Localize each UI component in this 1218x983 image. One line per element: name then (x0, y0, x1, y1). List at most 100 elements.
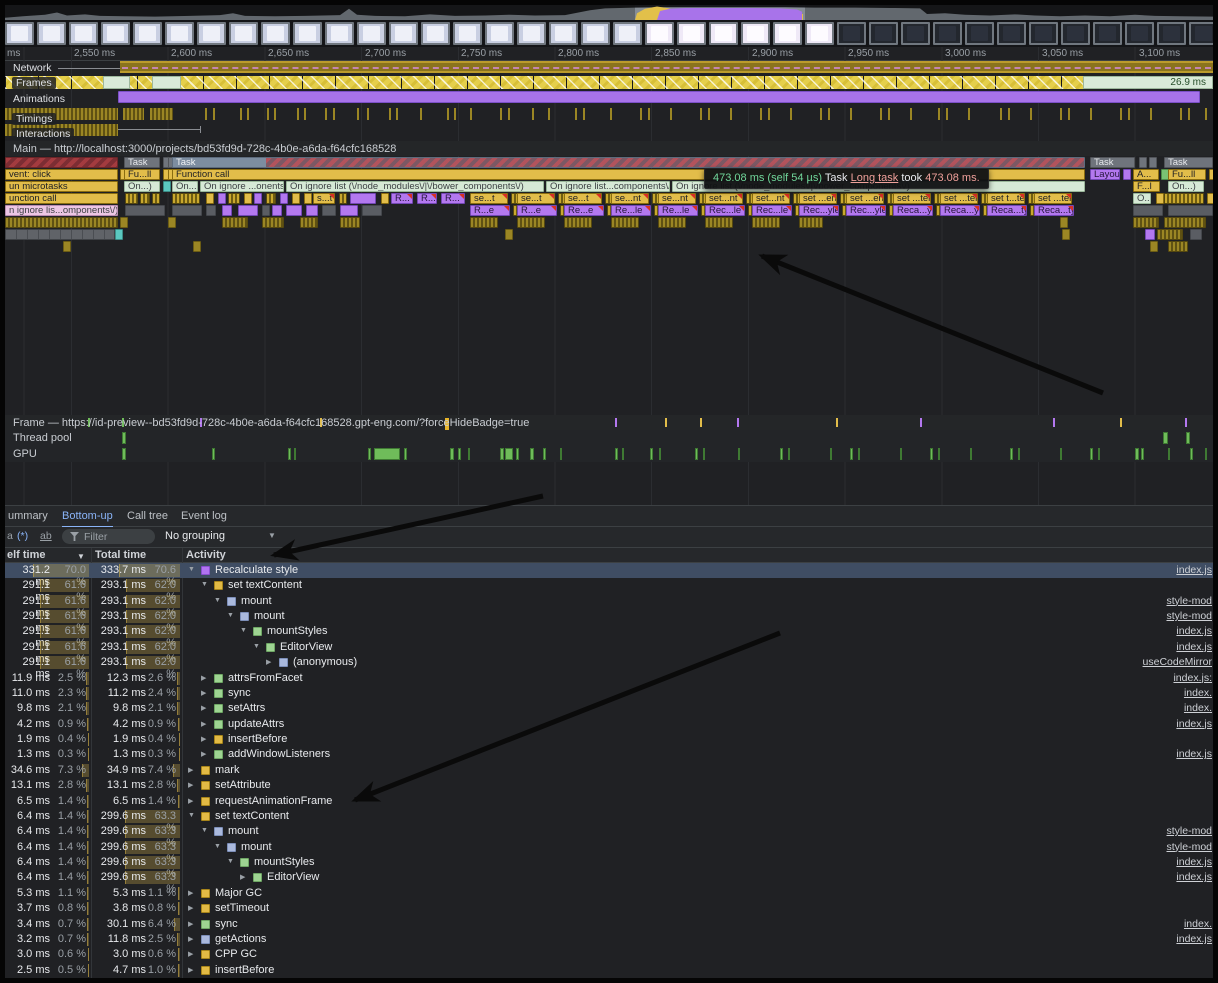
filmstrip-thumbnail[interactable] (453, 22, 482, 45)
flame-bar[interactable] (300, 217, 318, 228)
flame-bar[interactable] (172, 205, 202, 216)
filmstrip-thumbnail[interactable] (997, 22, 1026, 45)
flame-bar[interactable] (339, 193, 347, 204)
flame-bar[interactable] (322, 205, 336, 216)
table-row[interactable]: 6.4 ms1.4 %299.6 ms63.3 %▼mountstyle-mod (5, 824, 1213, 839)
flame-bar[interactable] (1062, 229, 1070, 240)
flame-bar[interactable] (752, 217, 780, 228)
flame-bar[interactable] (1157, 229, 1183, 240)
collapse-icon[interactable]: ▼ (240, 627, 247, 634)
whole-word-icon[interactable]: ab (40, 530, 52, 542)
flame-bar[interactable]: Re...le (658, 205, 698, 216)
filmstrip-thumbnail[interactable] (485, 22, 514, 45)
flame-bar[interactable] (1060, 217, 1068, 228)
filmstrip-thumbnail[interactable] (869, 22, 898, 45)
filmstrip-thumbnail[interactable] (709, 22, 738, 45)
source-link[interactable]: index.js: (1173, 672, 1212, 684)
flame-bar[interactable] (5, 229, 115, 240)
source-link[interactable]: index. (1184, 702, 1212, 714)
long-task-link[interactable]: Long task (851, 172, 899, 184)
flame-bar[interactable] (120, 217, 128, 228)
flame-bar[interactable] (254, 193, 262, 204)
source-link[interactable]: style-mod (1166, 825, 1212, 837)
expand-icon[interactable]: ▶ (188, 904, 193, 912)
flame-bar[interactable] (163, 181, 171, 192)
track-label-frames[interactable]: Frames (12, 77, 56, 89)
filmstrip-thumbnail[interactable] (101, 22, 130, 45)
filter-input[interactable]: Filter (62, 529, 155, 544)
flame-bar[interactable] (280, 193, 288, 204)
table-row[interactable]: 291.1 ms61.6 %293.1 ms62.0 %▼mountstyle-… (5, 594, 1213, 609)
flame-bar[interactable]: R... (441, 193, 465, 204)
flame-bar[interactable]: Reca...tyle (987, 205, 1027, 216)
expand-icon[interactable]: ▶ (188, 766, 193, 774)
flame-bar[interactable] (238, 205, 258, 216)
flame-bar[interactable] (564, 217, 592, 228)
flame-bar[interactable] (658, 217, 686, 228)
activity-name[interactable]: setAttrs (228, 702, 265, 714)
flame-bar[interactable]: se...t (470, 193, 508, 204)
source-link[interactable]: index.js (1176, 718, 1212, 730)
flame-bar[interactable]: se...t (564, 193, 602, 204)
source-link[interactable]: index.js (1176, 933, 1212, 945)
flame-bar[interactable]: unction call (5, 193, 118, 204)
activity-name[interactable]: mark (215, 764, 239, 776)
tab-call-tree[interactable]: Call tree (127, 506, 168, 526)
expand-icon[interactable]: ▶ (201, 735, 206, 743)
collapse-icon[interactable]: ▼ (201, 827, 208, 834)
filmstrip-thumbnail[interactable] (741, 22, 770, 45)
flame-bar[interactable]: Task (124, 157, 160, 168)
filmstrip-thumbnail[interactable] (69, 22, 98, 45)
flame-bar[interactable] (1164, 193, 1204, 204)
source-link[interactable]: style-mod (1166, 841, 1212, 853)
table-row[interactable]: 9.8 ms2.1 %9.8 ms2.1 %▶setAttrsindex. (5, 701, 1213, 716)
match-case-icon[interactable]: a (7, 530, 13, 542)
filmstrip-thumbnail[interactable] (613, 22, 642, 45)
flame-bar[interactable]: On...) (124, 181, 160, 192)
activity-name[interactable]: mountStyles (254, 856, 315, 868)
expand-icon[interactable]: ▶ (201, 750, 206, 758)
flame-bar[interactable]: vent: click (5, 169, 118, 180)
track-label-interactions[interactable]: Interactions (12, 128, 74, 140)
flame-bar[interactable] (1139, 157, 1147, 168)
source-link[interactable]: useCodeMirror (1143, 656, 1212, 668)
collapse-icon[interactable]: ▼ (188, 812, 195, 819)
column-total-time[interactable]: Total time (95, 549, 146, 561)
activity-name[interactable]: updateAttrs (228, 718, 284, 730)
flame-bar[interactable] (206, 193, 214, 204)
activity-name[interactable]: requestAnimationFrame (215, 795, 332, 807)
flame-bar[interactable]: On ignore ...onents\/) (200, 181, 284, 192)
table-row[interactable]: 13.1 ms2.8 %13.1 ms2.8 %▶setAttribute (5, 778, 1213, 793)
flame-bar[interactable] (304, 193, 312, 204)
flame-bar[interactable] (140, 193, 150, 204)
table-row[interactable]: 291.1 ms61.6 %293.1 ms62.0 %▼mountstyle-… (5, 609, 1213, 624)
screenshot-filmstrip[interactable] (5, 20, 1213, 47)
track-label-network[interactable]: Network (13, 62, 52, 74)
filmstrip-thumbnail[interactable] (37, 22, 66, 45)
source-link[interactable]: index. (1184, 687, 1212, 699)
activity-name[interactable]: mount (241, 841, 272, 853)
expand-icon[interactable]: ▶ (201, 689, 206, 697)
filmstrip-thumbnail[interactable] (357, 22, 386, 45)
flame-bar[interactable]: Layout (1090, 169, 1120, 180)
flame-bar[interactable] (262, 217, 284, 228)
flame-bar[interactable] (152, 193, 160, 204)
source-link[interactable]: index.js (1176, 564, 1212, 576)
source-link[interactable]: index.js (1176, 748, 1212, 760)
activity-name[interactable]: EditorView (267, 871, 319, 883)
activity-name[interactable]: insertBefore (228, 733, 287, 745)
flame-bar[interactable] (340, 217, 360, 228)
flame-bar[interactable]: set ...tent (940, 193, 978, 204)
expand-icon[interactable]: ▶ (201, 720, 206, 728)
cpu-overview-strip[interactable] (5, 5, 1213, 20)
expand-icon[interactable]: ▶ (188, 797, 193, 805)
activity-name[interactable]: sync (215, 918, 238, 930)
gpu-track[interactable] (5, 445, 1213, 462)
filmstrip-thumbnail[interactable] (901, 22, 930, 45)
flame-bar[interactable] (222, 205, 232, 216)
flame-bar[interactable]: Reca...yle (893, 205, 933, 216)
table-row[interactable]: 3.0 ms0.6 %3.0 ms0.6 %▶CPP GC (5, 947, 1213, 962)
activity-name[interactable]: set textContent (215, 810, 289, 822)
grouping-select[interactable]: No grouping (165, 530, 225, 542)
source-link[interactable]: index.js (1176, 641, 1212, 653)
